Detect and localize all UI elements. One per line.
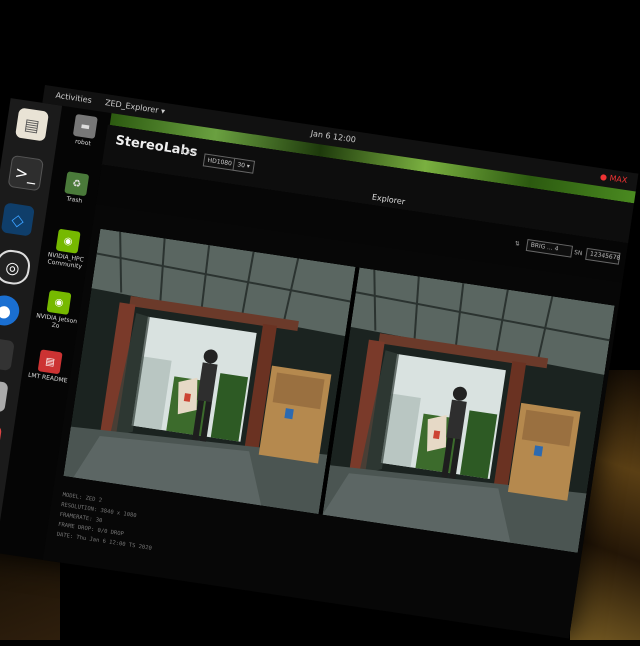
left-camera-view <box>63 228 356 515</box>
control-label: ⇅ <box>514 240 521 248</box>
system-tray[interactable]: ● MAX <box>600 172 628 185</box>
desktop-item-nvidia-jetson[interactable]: ◉ NVIDIA Jetson Zo <box>33 288 82 332</box>
desktop-item-readme[interactable]: ▤ LMT README <box>25 348 73 385</box>
desktop-item-label: LMT README <box>27 371 68 385</box>
nvidia-icon: ◉ <box>55 228 81 254</box>
right-camera-view <box>322 267 615 553</box>
obs-icon[interactable]: ◎ <box>0 247 33 287</box>
fps-select[interactable]: 30 ▾ <box>232 157 255 174</box>
terminal-icon[interactable]: >_ <box>7 154 44 192</box>
document-icon: ▤ <box>37 349 63 375</box>
brand-logo: StereoLabs <box>114 133 199 161</box>
trash-icon: ♻ <box>64 171 90 197</box>
gedit-icon[interactable]: ✎ <box>0 421 3 457</box>
activities-button[interactable]: Activities <box>55 91 92 105</box>
monitor-screen: Activities ZED_Explorer ▾ Jan 6 12:00 ● … <box>0 85 639 639</box>
desktop-item-label: NVIDIA_HPC Community <box>47 251 85 271</box>
desktop-item-robot[interactable]: ▬ robot <box>61 112 109 149</box>
zed-explorer-window: StereoLabs 1.3.0 HD1080 ▾ 30 ▾ Explorer … <box>42 124 634 639</box>
mode-select[interactable]: BRIG ... 4 <box>525 239 574 258</box>
desktop-item-nvidia-hpc[interactable]: ◉ NVIDIA_HPC Community <box>42 227 91 271</box>
clock[interactable]: Jan 6 12:00 <box>310 129 356 145</box>
serial-label: SN <box>573 249 583 258</box>
folder-icon: ▬ <box>72 113 98 139</box>
desktop-item-label: NVIDIA Jetson Zo <box>35 312 78 330</box>
desktop-item-label: robot <box>74 138 92 148</box>
apps-grid-icon[interactable]: ⋮ <box>0 336 15 372</box>
serial-field[interactable]: 12345678 <box>585 247 621 265</box>
nvidia-icon: ◉ <box>46 289 72 315</box>
files-icon[interactable]: ▤ <box>14 107 50 142</box>
vscode-icon[interactable]: ◇ <box>0 202 35 237</box>
disk-icon[interactable]: ▭ <box>0 378 9 413</box>
chromium-icon[interactable]: ● <box>0 293 22 328</box>
desktop-item-trash[interactable]: ♻ Trash <box>52 170 100 207</box>
desktop-item-label: Trash <box>65 195 83 205</box>
